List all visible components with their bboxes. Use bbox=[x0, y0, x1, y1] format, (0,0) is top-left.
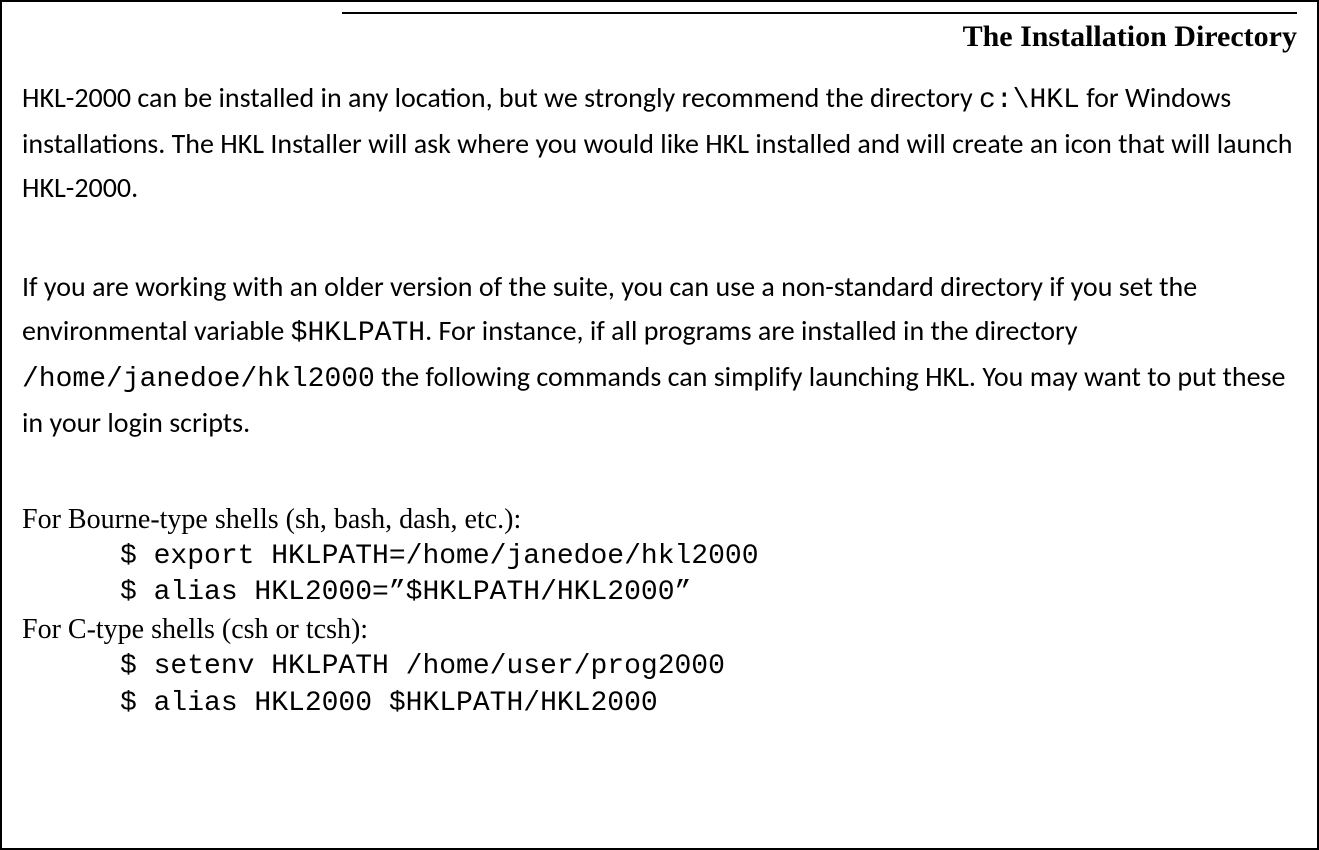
paragraph-1: HKL-2000 can be installed in any locatio… bbox=[22, 76, 1297, 209]
section-title: The Installation Directory bbox=[342, 20, 1297, 54]
paragraph-2: If you are working with an older version… bbox=[22, 265, 1297, 445]
title-rule-container: The Installation Directory bbox=[342, 12, 1297, 54]
bourne-code-line-2: $ alias HKL2000=”$HKLPATH/HKL2000” bbox=[22, 575, 1297, 611]
bourne-code-line-1: $ export HKLPATH=/home/janedoe/hkl2000 bbox=[22, 539, 1297, 575]
cshell-code-line-2: $ alias HKL2000 $HKLPATH/HKL2000 bbox=[22, 686, 1297, 722]
para2-text-2: . For instance, if all programs are inst… bbox=[425, 313, 1078, 348]
para1-text-1: HKL-2000 can be installed in any locatio… bbox=[22, 80, 979, 115]
para2-code-2: /home/janedoe/hkl2000 bbox=[22, 364, 375, 395]
bourne-shell-heading: For Bourne-type shells (sh, bash, dash, … bbox=[22, 501, 1297, 539]
cshell-heading: For C-type shells (csh or tcsh): bbox=[22, 611, 1297, 649]
cshell-code-line-1: $ setenv HKLPATH /home/user/prog2000 bbox=[22, 649, 1297, 685]
para1-code-1: c:\HKL bbox=[979, 85, 1080, 116]
document-page: The Installation Directory HKL-2000 can … bbox=[0, 0, 1319, 850]
shell-examples: For Bourne-type shells (sh, bash, dash, … bbox=[22, 501, 1297, 722]
para2-code-1: $HKLPATH bbox=[291, 318, 425, 349]
